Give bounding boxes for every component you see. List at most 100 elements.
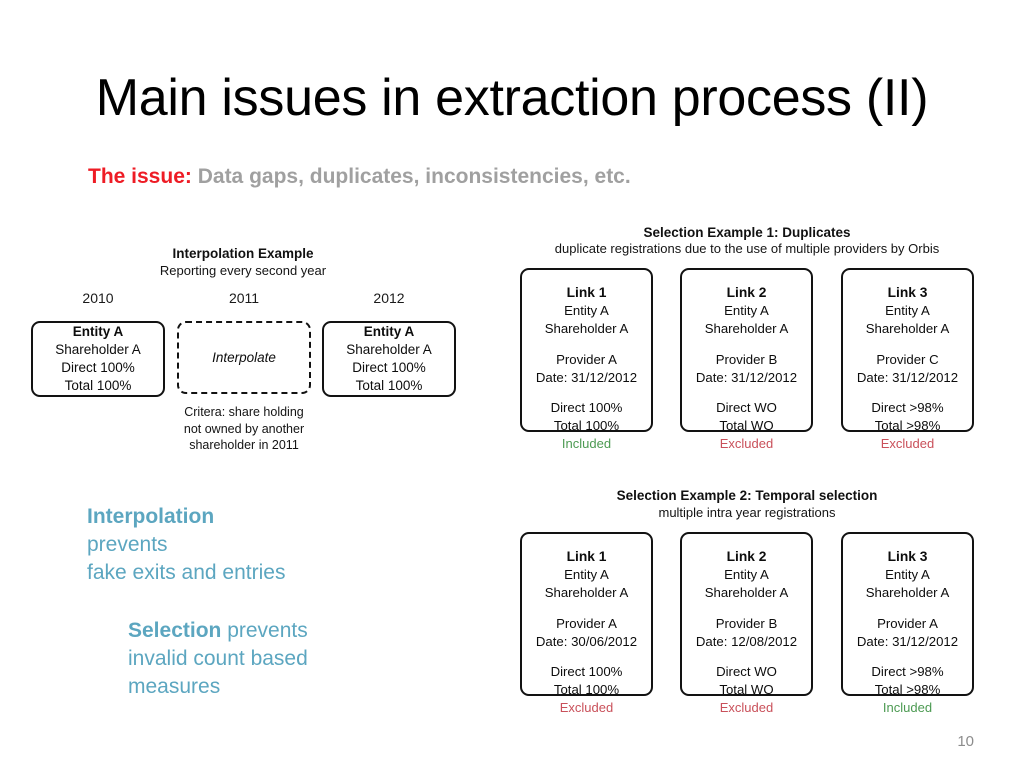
selection-example-2-subtitle: multiple intra year registrations xyxy=(658,505,836,520)
callout-selection-line-1: invalid count based xyxy=(128,646,308,670)
link-card-2-2[interactable]: Link 2 Entity A Shareholder A Provider B… xyxy=(680,532,813,697)
card-entity: Entity A xyxy=(564,303,609,319)
card-total: Total >98% xyxy=(874,417,941,433)
card-entity: Entity A xyxy=(885,303,930,319)
status-badge-2-1: Excluded xyxy=(559,700,614,715)
card-provider: Provider B xyxy=(715,351,778,367)
issue-label: The issue: xyxy=(88,165,192,188)
card-provider: Provider A xyxy=(877,615,938,631)
callout-selection-line-0: prevents xyxy=(221,619,308,642)
card-direct: Direct 100% xyxy=(550,400,623,416)
link-card-1-3[interactable]: Link 3 Entity A Shareholder A Provider C… xyxy=(841,268,974,433)
status-badge-2-2: Excluded xyxy=(719,700,774,715)
criteria-line-3: shareholder in 2011 xyxy=(189,438,299,453)
interpolation-box-2012[interactable]: Entity A Shareholder A Direct 100% Total… xyxy=(322,321,456,397)
callout-selection-bold: Selection xyxy=(128,619,222,642)
card-direct: Direct WO xyxy=(716,664,777,680)
card-date: Date: 31/12/2012 xyxy=(695,369,798,385)
card-title: Link 1 xyxy=(566,549,607,564)
card-date: Date: 31/12/2012 xyxy=(856,369,959,385)
card-total: Total WO xyxy=(719,681,774,697)
direct-stake: Direct 100% xyxy=(352,360,426,375)
selection-example-2-title: Selection Example 2: Temporal selection xyxy=(616,488,878,503)
card-date: Date: 31/12/2012 xyxy=(856,633,959,649)
link-card-2-1[interactable]: Link 1 Entity A Shareholder A Provider A… xyxy=(520,532,653,697)
card-date: Date: 30/06/2012 xyxy=(535,633,638,649)
slide-canvas: Main issues in extraction process (II) T… xyxy=(0,0,1024,768)
issue-text: Data gaps, duplicates, inconsistencies, … xyxy=(197,165,631,188)
year-label-2010: 2010 xyxy=(82,290,114,306)
year-label-2012: 2012 xyxy=(373,290,405,306)
page-title: Main issues in extraction process (II) xyxy=(95,69,929,127)
card-direct: Direct >98% xyxy=(871,664,944,680)
callout-interpolation: Interpolation prevents fake exits and en… xyxy=(87,503,417,587)
callout-interpolation-line-1: prevents xyxy=(87,532,168,556)
card-provider: Provider A xyxy=(556,615,617,631)
status-badge-1-3: Excluded xyxy=(880,436,935,451)
card-title: Link 1 xyxy=(566,285,607,300)
interpolation-box-2010[interactable]: Entity A Shareholder A Direct 100% Total… xyxy=(31,321,165,397)
card-entity: Entity A xyxy=(724,567,769,583)
card-title: Link 2 xyxy=(726,549,767,564)
year-label-2011: 2011 xyxy=(228,290,260,306)
interpolate-label: Interpolate xyxy=(212,349,276,365)
interpolation-box-2011[interactable]: Interpolate xyxy=(177,321,311,394)
shareholder-name: Shareholder A xyxy=(55,342,141,358)
card-entity: Entity A xyxy=(724,303,769,319)
selection-example-1-title: Selection Example 1: Duplicates xyxy=(643,225,851,240)
card-date: Date: 31/12/2012 xyxy=(535,369,638,385)
card-total: Total WO xyxy=(719,417,774,433)
card-direct: Direct >98% xyxy=(871,400,944,416)
card-entity: Entity A xyxy=(564,567,609,583)
card-shareholder: Shareholder A xyxy=(544,585,629,601)
criteria-line-2: not owned by another xyxy=(183,421,305,436)
selection-example-1-subtitle: duplicate registrations due to the use o… xyxy=(554,241,940,256)
link-card-2-3[interactable]: Link 3 Entity A Shareholder A Provider A… xyxy=(841,532,974,697)
status-badge-1-1: Included xyxy=(561,436,612,451)
card-provider: Provider A xyxy=(556,351,617,367)
total-stake: Total 100% xyxy=(64,377,132,393)
status-badge-2-3: Included xyxy=(882,700,933,715)
link-card-1-2[interactable]: Link 2 Entity A Shareholder A Provider B… xyxy=(680,268,813,433)
card-direct: Direct 100% xyxy=(550,664,623,680)
card-shareholder: Shareholder A xyxy=(865,321,950,337)
card-shareholder: Shareholder A xyxy=(865,585,950,601)
link-card-1-1[interactable]: Link 1 Entity A Shareholder A Provider A… xyxy=(520,268,653,433)
card-shareholder: Shareholder A xyxy=(704,585,789,601)
card-provider: Provider C xyxy=(876,351,939,367)
callout-interpolation-line-2: fake exits and entries xyxy=(87,560,286,584)
shareholder-name: Shareholder A xyxy=(346,342,432,358)
issue-statement: The issue: Data gaps, duplicates, incons… xyxy=(88,164,631,189)
card-provider: Provider B xyxy=(715,615,778,631)
callout-interpolation-bold: Interpolation xyxy=(87,505,215,528)
interpolation-example-title: Interpolation Example xyxy=(172,246,314,261)
card-title: Link 3 xyxy=(887,549,928,564)
interpolation-example-subtitle: Reporting every second year xyxy=(159,263,327,278)
card-entity: Entity A xyxy=(885,567,930,583)
callout-selection-line-2: measures xyxy=(128,674,221,698)
card-total: Total 100% xyxy=(553,417,620,433)
card-total: Total >98% xyxy=(874,681,941,697)
card-shareholder: Shareholder A xyxy=(704,321,789,337)
entity-name: Entity A xyxy=(363,324,415,340)
total-stake: Total 100% xyxy=(355,377,423,393)
card-date: Date: 12/08/2012 xyxy=(695,633,798,649)
card-title: Link 2 xyxy=(726,285,767,300)
card-title: Link 3 xyxy=(887,285,928,300)
callout-selection: Selection prevents invalid count based m… xyxy=(128,617,458,701)
interpolation-criteria: Critera: share holding not owned by anot… xyxy=(163,404,325,454)
entity-name: Entity A xyxy=(72,324,124,340)
page-number: 10 xyxy=(957,733,974,750)
direct-stake: Direct 100% xyxy=(61,360,135,375)
